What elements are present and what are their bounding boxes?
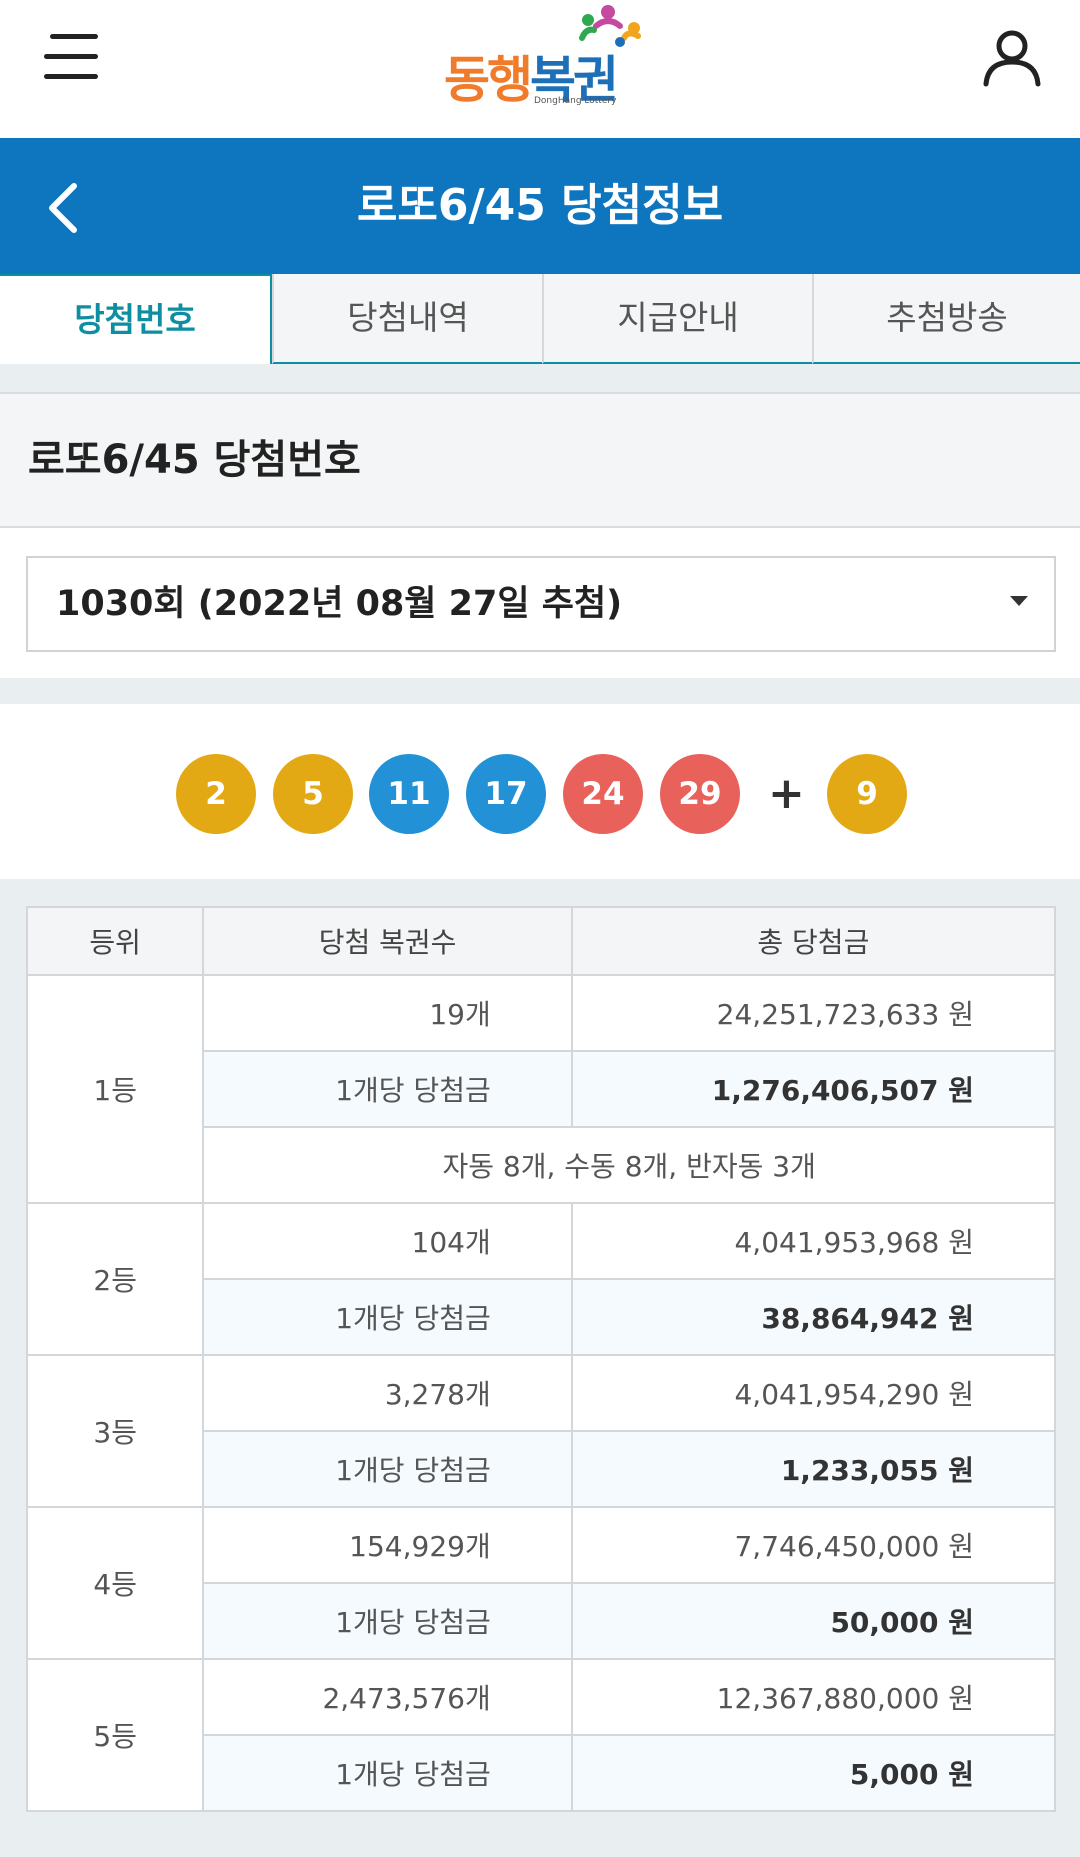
table-header-row: 등위 당첨 복권수 총 당첨금 <box>25 906 1057 976</box>
total-prize-cell: 4,041,953,968 원 <box>570 1202 1057 1280</box>
table-row: 3등 3,278개 4,041,954,290 원 <box>25 1354 1057 1508</box>
back-arrow-icon[interactable] <box>40 178 90 238</box>
per-ticket-prize: 5,000 원 <box>570 1734 1057 1812</box>
column-header-rank: 등위 <box>25 906 205 976</box>
column-header-count: 당첨 복권수 <box>202 906 573 976</box>
winning-ball: 17 <box>466 754 546 834</box>
tab-winning-numbers[interactable]: 당첨번호 <box>0 274 272 364</box>
tab-payment-guide[interactable]: 지급안내 <box>542 274 812 364</box>
menu-icon[interactable] <box>44 34 100 80</box>
per-ticket-label: 1개당 당첨금 <box>202 1050 573 1128</box>
purchase-type-note: 자동 8개, 수동 8개, 반자동 3개 <box>202 1126 1056 1204</box>
table-row: 5등 2,473,576개 12,367,880,000 원 <box>25 1658 1057 1812</box>
winning-numbers: 2 5 11 17 24 29 + 9 <box>0 704 1080 879</box>
rank-cell: 5등 <box>25 1658 205 1812</box>
logo-subtitle: DongHang Lottery <box>534 96 617 106</box>
draw-round-select[interactable]: 1030회 (2022년 08월 27일 추첨) <box>26 556 1056 652</box>
winning-ball: 11 <box>369 754 449 834</box>
per-ticket-prize: 1,233,055 원 <box>570 1430 1057 1508</box>
column-header-total: 총 당첨금 <box>570 906 1057 976</box>
chevron-down-icon <box>1010 596 1028 606</box>
tab-draw-broadcast[interactable]: 추첨방송 <box>812 274 1080 364</box>
rank-cell: 3등 <box>25 1354 205 1508</box>
winner-count-cell: 19개 <box>202 974 573 1052</box>
per-ticket-label: 1개당 당첨금 <box>202 1734 573 1812</box>
app-header: 동행복권 DongHang Lottery <box>0 0 1080 138</box>
per-ticket-label: 1개당 당첨금 <box>202 1278 573 1356</box>
winning-ball: 5 <box>273 754 353 834</box>
draw-round-value: 1030회 (2022년 08월 27일 추첨) <box>56 584 623 624</box>
rank-cell: 4등 <box>25 1506 205 1660</box>
tab-winning-history[interactable]: 당첨내역 <box>272 274 542 364</box>
table-row: 1등 19개 24,251,723,633 원 <box>25 974 1057 1204</box>
table-row: 4등 154,929개 7,746,450,000 원 <box>25 1506 1057 1660</box>
per-ticket-prize: 50,000 원 <box>570 1582 1057 1660</box>
section-title: 로또6/45 당첨번호 <box>28 437 361 483</box>
winner-count-cell: 3,278개 <box>202 1354 573 1432</box>
winning-ball: 24 <box>563 754 643 834</box>
winner-count-cell: 104개 <box>202 1202 573 1280</box>
per-ticket-label: 1개당 당첨금 <box>202 1582 573 1660</box>
page-title: 로또6/45 당첨정보 <box>356 180 724 231</box>
per-ticket-label: 1개당 당첨금 <box>202 1430 573 1508</box>
total-prize-cell: 12,367,880,000 원 <box>570 1658 1057 1736</box>
plus-sign: + <box>768 768 805 819</box>
tab-bar: 당첨번호 당첨내역 지급안내 추첨방송 <box>0 274 1080 364</box>
total-prize-cell: 7,746,450,000 원 <box>570 1506 1057 1584</box>
rank-cell: 1등 <box>25 974 205 1204</box>
user-icon[interactable] <box>980 26 1044 90</box>
total-prize-cell: 4,041,954,290 원 <box>570 1354 1057 1432</box>
per-ticket-prize: 1,276,406,507 원 <box>570 1050 1057 1128</box>
donghang-lottery-logo[interactable]: 동행복권 DongHang Lottery <box>440 2 650 112</box>
winner-count-cell: 2,473,576개 <box>202 1658 573 1736</box>
bonus-ball: 9 <box>827 754 907 834</box>
table-row: 2등 104개 4,041,953,968 원 <box>25 1202 1057 1356</box>
per-ticket-prize: 38,864,942 원 <box>570 1278 1057 1356</box>
rank-cell: 2등 <box>25 1202 205 1356</box>
section-header: 로또6/45 당첨번호 <box>0 392 1080 528</box>
winning-ball: 2 <box>176 754 256 834</box>
draw-select-area: 1030회 (2022년 08월 27일 추첨) <box>0 528 1080 678</box>
total-prize-cell: 24,251,723,633 원 <box>570 974 1057 1052</box>
title-bar: 로또6/45 당첨정보 <box>0 138 1080 274</box>
prize-table: 등위 당첨 복권수 총 당첨금 1등 19개 24,251,723,633 원 … <box>25 906 1057 1812</box>
winner-count-cell: 154,929개 <box>202 1506 573 1584</box>
winning-ball: 29 <box>660 754 740 834</box>
